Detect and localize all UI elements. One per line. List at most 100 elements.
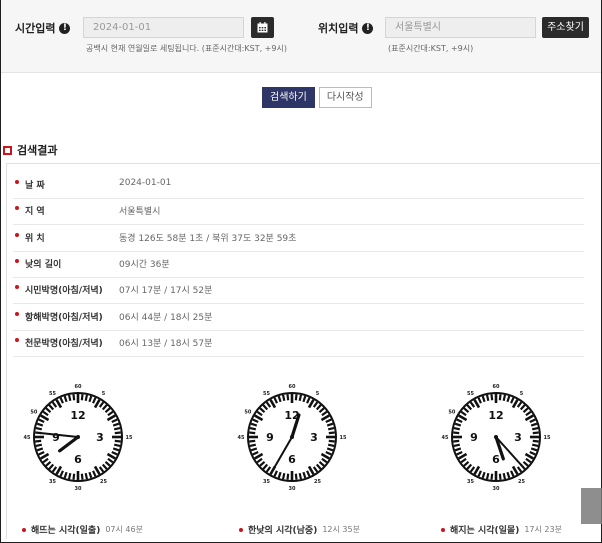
clock-tick	[532, 439, 539, 443]
minute-number-label: 35	[263, 479, 270, 485]
minute-number-label: 5	[520, 391, 524, 397]
bullet-dot-icon	[22, 527, 26, 532]
result-value: 06시 44분 / 18시 25분	[119, 312, 213, 323]
clock-tick	[281, 472, 286, 480]
clock-tick	[35, 439, 42, 443]
hour-number-label: 6	[288, 453, 296, 466]
location-input[interactable]: 서울특별시	[385, 17, 536, 38]
clock-tick	[453, 426, 461, 431]
hour-number-label: 6	[74, 453, 82, 466]
minute-number-label: 25	[100, 479, 107, 485]
clock-tick	[502, 394, 507, 402]
clock-caption-label: 한낮의 시각(남중)	[248, 526, 318, 536]
hour-number-label: 3	[310, 431, 318, 444]
result-value: 서울특별시	[119, 207, 161, 218]
clock-tick	[485, 472, 490, 480]
minute-number-label: 25	[314, 479, 321, 485]
result-value: 2024-01-01	[119, 178, 172, 188]
result-key: 항해박명(아침/저녁)	[25, 312, 103, 323]
bullet-dot-icon	[15, 285, 19, 290]
scroll-top-button[interactable]	[581, 488, 602, 524]
results-title: 검색결과	[17, 144, 58, 157]
minute-number-label: 15	[340, 435, 347, 441]
clock-tick	[294, 394, 298, 401]
clock-tick	[72, 473, 76, 480]
minute-number-label: 25	[518, 479, 525, 485]
minute-number-label: 55	[49, 391, 56, 397]
bullet-dot-icon	[15, 206, 19, 211]
clock-tick	[249, 431, 256, 435]
hour-number-label: 9	[52, 431, 60, 444]
search-button[interactable]: 검색하기	[262, 87, 315, 108]
clock-caption-time: 07시 46분	[105, 525, 143, 534]
clock-tick	[531, 443, 539, 448]
minute-number-label: 50	[30, 410, 37, 416]
clock-tick	[80, 394, 84, 401]
info-icon[interactable]: !	[362, 22, 374, 34]
minute-number-label: 45	[238, 435, 245, 441]
result-row: 천문박명(아침/저녁) 06시 13분 / 18시 57분	[13, 331, 584, 357]
minute-number-label: 15	[544, 435, 551, 441]
clock-tick	[294, 473, 298, 480]
clock-tick	[113, 443, 121, 448]
clock-caption: 해지는 시각(일몰) 17시 23분	[441, 523, 562, 536]
hour-number-label: 12	[70, 409, 85, 422]
hour-number-label: 9	[470, 431, 478, 444]
minute-number-label: 60	[75, 384, 82, 390]
hour-number-label: 9	[266, 431, 274, 444]
bullet-dot-icon	[15, 258, 19, 263]
calendar-icon	[257, 22, 268, 33]
minute-number-label: 55	[263, 391, 270, 397]
minute-number-label: 30	[493, 486, 500, 491]
clock-face: 60 5 15 25 30 35 45 50 55 12 3 6 9	[23, 381, 133, 495]
location-help-text: (표준시간대:KST, +9시)	[388, 44, 474, 53]
result-value: 06시 13분 / 18시 57분	[119, 338, 213, 349]
minute-number-label: 35	[467, 479, 474, 485]
address-search-button[interactable]: 주소찾기	[542, 17, 589, 38]
result-key: 위 치	[25, 233, 45, 244]
clock-tick	[327, 426, 335, 431]
clock-tick	[114, 431, 121, 435]
clock-tick	[327, 443, 335, 448]
clock-tick	[453, 443, 461, 448]
calendar-button[interactable]	[251, 17, 274, 38]
minute-number-label: 15	[126, 435, 133, 441]
minute-number-label: 5	[316, 391, 320, 397]
date-input[interactable]: 2024-01-01	[83, 17, 244, 38]
minute-number-label: 35	[49, 479, 56, 485]
minute-number-label: 30	[289, 486, 296, 491]
clock-face: 60 5 15 25 30 35 45 50 55 12 3 6 9	[441, 381, 551, 495]
result-row: 시민박명(아침/저녁) 07시 17분 / 17시 52분	[13, 278, 584, 305]
clock-tick	[328, 431, 335, 435]
info-icon[interactable]: !	[59, 22, 71, 34]
clock-tick	[249, 426, 257, 431]
clock-tick	[485, 394, 490, 402]
clock-caption: 한낮의 시각(남중) 12시 35분	[239, 523, 360, 536]
minute-number-label: 50	[244, 410, 251, 416]
clock-caption: 해뜨는 시각(일출) 07시 46분	[22, 523, 143, 536]
time-label-text: 시간입력	[15, 22, 56, 35]
clock-tick	[490, 394, 494, 401]
clock-tick	[67, 394, 72, 402]
clock-tick	[490, 473, 494, 480]
bullet-dot-icon	[441, 527, 445, 532]
results-heading: 검색결과	[3, 142, 57, 158]
clock-tick	[531, 426, 539, 431]
clock-tick	[67, 472, 72, 480]
clock-tick	[35, 443, 43, 448]
minute-number-label: 45	[24, 435, 31, 441]
bullet-dot-icon	[15, 311, 19, 316]
minute-number-label: 50	[448, 410, 455, 416]
result-value: 07시 17분 / 17시 52분	[119, 286, 213, 297]
bullet-dot-icon	[15, 337, 19, 342]
result-key: 낮의 길이	[25, 259, 62, 270]
location-input-label: 위치입력 !	[318, 20, 374, 36]
clock-tick	[35, 426, 43, 431]
clock-caption-label: 해지는 시각(일몰)	[450, 526, 520, 536]
clock-tick	[298, 472, 303, 480]
result-row: 낮의 길이 09시간 36분	[13, 252, 584, 278]
search-panel: 시간입력 ! 2024-01-01 공백시 현재 연월일로 세팅됩니다. (표준…	[1, 0, 601, 73]
reset-button[interactable]: 다시작성	[318, 87, 372, 108]
result-row: 위 치 동경 126도 58분 1초 / 북위 37도 32분 59초	[13, 226, 584, 252]
clock-tick	[453, 431, 460, 435]
